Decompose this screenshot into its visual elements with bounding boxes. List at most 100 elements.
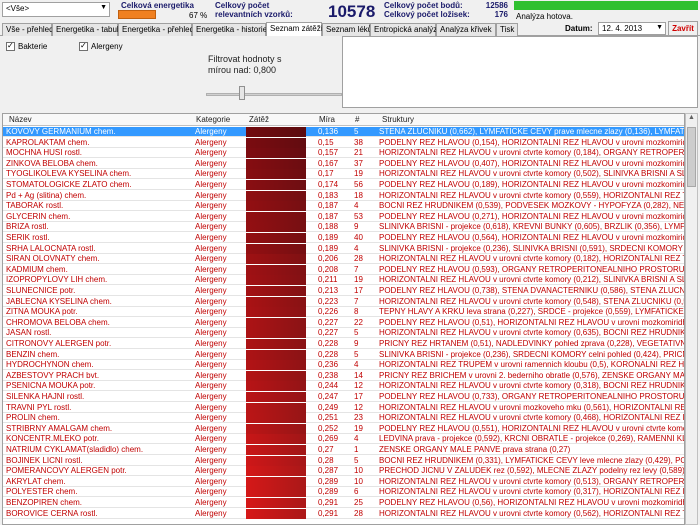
- scroll-thumb[interactable]: [687, 127, 696, 187]
- table-row[interactable]: AZBESTOVY PRACH bvt. Alergeny 0,238 14 PRICN…: [3, 370, 684, 381]
- cell-category: Alergeny: [195, 370, 227, 380]
- tab-7[interactable]: Analýza křivek: [436, 23, 496, 36]
- cell-structures: PODELNY REZ HLAVOU (0,189), HORIZONTALNI…: [379, 180, 684, 189]
- date-picker[interactable]: 12. 4. 2013 ▼: [598, 22, 666, 35]
- cell-category: Alergeny: [195, 233, 227, 242]
- cell-structures: HORIZONTALNI REZ HLAVOU v urovni mozkove…: [379, 402, 684, 412]
- cell-structures: PODELNY REZ HLAVOU (0,733), ORGANY RETRO…: [379, 392, 684, 401]
- table-row[interactable]: CITRONOVY ALERGEN potr. Alergeny 0,228 9 PRI…: [3, 339, 684, 349]
- cell-count: 4: [354, 243, 359, 253]
- table-row[interactable]: BOROVICE CERNA rostl. Alergeny 0,291 28 HORI…: [3, 508, 684, 519]
- table-scrollbar[interactable]: ▲: [685, 113, 698, 525]
- table-row[interactable]: NATRIUM CYKLAMAT(sladidlo) chem. Alergeny…: [3, 445, 684, 455]
- cell-measure: 0,252: [318, 423, 339, 433]
- table-row[interactable]: MOCHNA HUSI rostl. Alergeny 0,157 21 HORIZON…: [3, 148, 684, 159]
- allergens-checkbox[interactable]: Alergeny: [79, 41, 123, 51]
- column-header-structures[interactable]: Struktury: [382, 115, 414, 124]
- cell-category: Alergeny: [195, 286, 227, 295]
- table-row[interactable]: IZOPROPYLOVY LIH chem. Alergeny 0,211 19 HOR…: [3, 275, 684, 286]
- table-row[interactable]: BOJINEK LICNI rostl. Alergeny 0,28 5 BOCNI R…: [3, 455, 684, 466]
- table-row[interactable]: TYOGLIKOLEVA KYSELINA chem. Alergeny 0,17 1…: [3, 169, 684, 180]
- table-row[interactable]: BENZIN chem. Alergeny 0,228 5 SLINIVKA BRISN…: [3, 349, 684, 360]
- table-row[interactable]: Pd + Ag (slitina) chem. Alergeny 0,183 18 HO…: [3, 190, 684, 201]
- table-row[interactable]: CHROMOVA BELOBA chem. Alergeny 0,227 22 PODE…: [3, 317, 684, 328]
- tab-4[interactable]: Seznam zátěží: [266, 22, 323, 37]
- cell-burden-bar: [246, 286, 306, 296]
- cell-name: HYDROCHYNON chem.: [6, 360, 94, 370]
- cell-structures: PODELNY REZ HLAVOU (0,738), STENA DVANAC…: [379, 286, 684, 295]
- table-row[interactable]: STRIBRNY AMALGAM chem. Alergeny 0,252 19 POD…: [3, 423, 684, 434]
- threshold-slider-track[interactable]: [206, 93, 342, 96]
- tab-2[interactable]: Energetika - přehled: [118, 23, 194, 36]
- table-row[interactable]: STOMATOLOGICKE ZLATO chem. Alergeny 0,174 5…: [3, 180, 684, 190]
- table-row[interactable]: KADMIUM chem. Alergeny 0,208 7 PODELNY REZ H…: [3, 264, 684, 275]
- cell-count: 28: [354, 508, 363, 518]
- cell-category: Alergeny: [195, 264, 227, 274]
- column-header-count[interactable]: #: [355, 115, 359, 124]
- table-row[interactable]: POMERANCOVY ALERGEN potr. Alergeny 0,287 10…: [3, 466, 684, 477]
- table-row[interactable]: SRHA LALOCNATA rostl. Alergeny 0,189 4 SLINI…: [3, 243, 684, 254]
- top-bar: <Vše> ▼ Celková energetika 67 % Celkový …: [0, 0, 700, 22]
- table-row[interactable]: SIRAN OLOVNATY chem. Alergeny 0,206 28 HORIZ…: [3, 254, 684, 265]
- table-row[interactable]: BENZOPIREN chem. Alergeny 0,291 25 PODELNY R…: [3, 498, 684, 508]
- energy-percent: 67 %: [189, 11, 208, 20]
- table-row[interactable]: ZINKOVA BELOBA chem. Alergeny 0,167 37 PODEL…: [3, 158, 684, 169]
- tab-5[interactable]: Seznam léků: [322, 23, 372, 36]
- table-row[interactable]: POLYESTER chem. Alergeny 0,289 6 HORIZONTALN…: [3, 487, 684, 498]
- cell-category: Alergeny: [195, 180, 227, 189]
- table-row[interactable]: SLUNECNICE potr. Alergeny 0,213 17 PODELNY R…: [3, 286, 684, 296]
- cell-count: 7: [354, 296, 359, 306]
- column-header-name[interactable]: Název: [9, 115, 32, 124]
- cell-structures: HORIZONTALNI REZ HLAVOU v urovni ctvrte …: [379, 508, 684, 518]
- table-row[interactable]: PROLIN chem. Alergeny 0,251 23 HORIZONTALNI …: [3, 413, 684, 424]
- cell-count: 7: [354, 264, 359, 274]
- scroll-up-icon[interactable]: ▲: [686, 114, 697, 126]
- table-row[interactable]: JASAN rostl. Alergeny 0,227 5 HORIZONTALNI R…: [3, 328, 684, 339]
- tab-6[interactable]: Entropická analýza: [370, 23, 442, 36]
- counts-values: 12586 176: [478, 1, 508, 19]
- filter-text-line1: Filtrovat hodnoty s: [208, 54, 282, 64]
- table-row[interactable]: KOVOVY GERMANIUM chem. Alergeny 0,136 5 STEN…: [3, 127, 684, 137]
- cell-category: Alergeny: [195, 317, 227, 327]
- table-row[interactable]: TABORAK rostl. Alergeny 0,187 4 BOCNI REZ HR…: [3, 201, 684, 212]
- threshold-slider-thumb[interactable]: [239, 86, 245, 100]
- samples-value: 10578: [328, 2, 376, 21]
- filter-dropdown[interactable]: <Vše> ▼: [2, 2, 110, 17]
- tab-3[interactable]: Energetika - historie: [192, 23, 267, 36]
- tab-8[interactable]: Tisk: [496, 23, 518, 36]
- cell-name: SLUNECNICE potr.: [6, 286, 76, 295]
- cell-count: 5: [354, 349, 359, 359]
- close-button[interactable]: Zavřít: [668, 21, 698, 36]
- cell-measure: 0,183: [318, 190, 339, 200]
- beds-value: 176: [494, 10, 508, 19]
- table-row[interactable]: JABLECNA KYSELINA chem. Alergeny 0,223 7 HOR…: [3, 296, 684, 307]
- table-row[interactable]: SILENKA HAJNI rostl. Alergeny 0,247 17 PODEL…: [3, 392, 684, 402]
- burden-table: Název Kategorie Zátěž Míra # Struktury K…: [2, 113, 685, 525]
- cell-burden-bar: [246, 445, 306, 455]
- cell-count: 18: [354, 190, 363, 200]
- cell-name: BENZOPIREN chem.: [6, 498, 83, 507]
- cell-structures: PODELNY REZ HLAVOU (0,551), HORIZONTALNI…: [379, 423, 684, 433]
- table-row[interactable]: AKRYLAT chem. Alergeny 0,289 10 HORIZONTALNI…: [3, 476, 684, 487]
- cell-name: KONCENTR.MLEKO potr.: [6, 434, 99, 444]
- bacteria-checkbox[interactable]: Bakterie: [6, 41, 47, 51]
- tab-0[interactable]: Vše - přehled: [2, 23, 54, 36]
- cell-burden-bar: [246, 137, 306, 148]
- tab-1[interactable]: Energetika - tabulka: [52, 23, 127, 36]
- cell-count: 21: [354, 148, 363, 158]
- column-header-measure[interactable]: Míra: [319, 115, 335, 124]
- table-row[interactable]: KAPROLAKTAM chem. Alergeny 0,15 38 PODELNY R…: [3, 137, 684, 148]
- table-row[interactable]: HYDROCHYNON chem. Alergeny 0,236 4 HORIZONTA…: [3, 360, 684, 371]
- column-header-burden[interactable]: Zátěž: [249, 115, 269, 124]
- column-header-category[interactable]: Kategorie: [196, 115, 230, 124]
- table-row[interactable]: SERIK rostl. Alergeny 0,189 40 PODELNY REZ H…: [3, 233, 684, 243]
- table-row[interactable]: TRAVNI PYL rostl. Alergeny 0,249 12 HORIZONT…: [3, 402, 684, 413]
- table-row[interactable]: ZITNA MOUKA potr. Alergeny 0,226 8 TEPNY HLA…: [3, 307, 684, 318]
- cell-structures: PODELNY REZ HLAVOU (0,271), HORIZONTALNI…: [379, 211, 684, 221]
- table-row[interactable]: BRIZA rostl. Alergeny 0,188 9 SLINIVKA BRISN…: [3, 222, 684, 233]
- cell-count: 22: [354, 317, 363, 327]
- table-row[interactable]: KONCENTR.MLEKO potr. Alergeny 0,269 4 LEDVIN…: [3, 434, 684, 445]
- table-row[interactable]: GLYCERIN chem. Alergeny 0,187 53 PODELNY REZ…: [3, 211, 684, 222]
- cell-measure: 0,28: [318, 455, 334, 465]
- table-row[interactable]: PSENICNA MOUKA potr. Alergeny 0,244 12 HORIZ…: [3, 381, 684, 392]
